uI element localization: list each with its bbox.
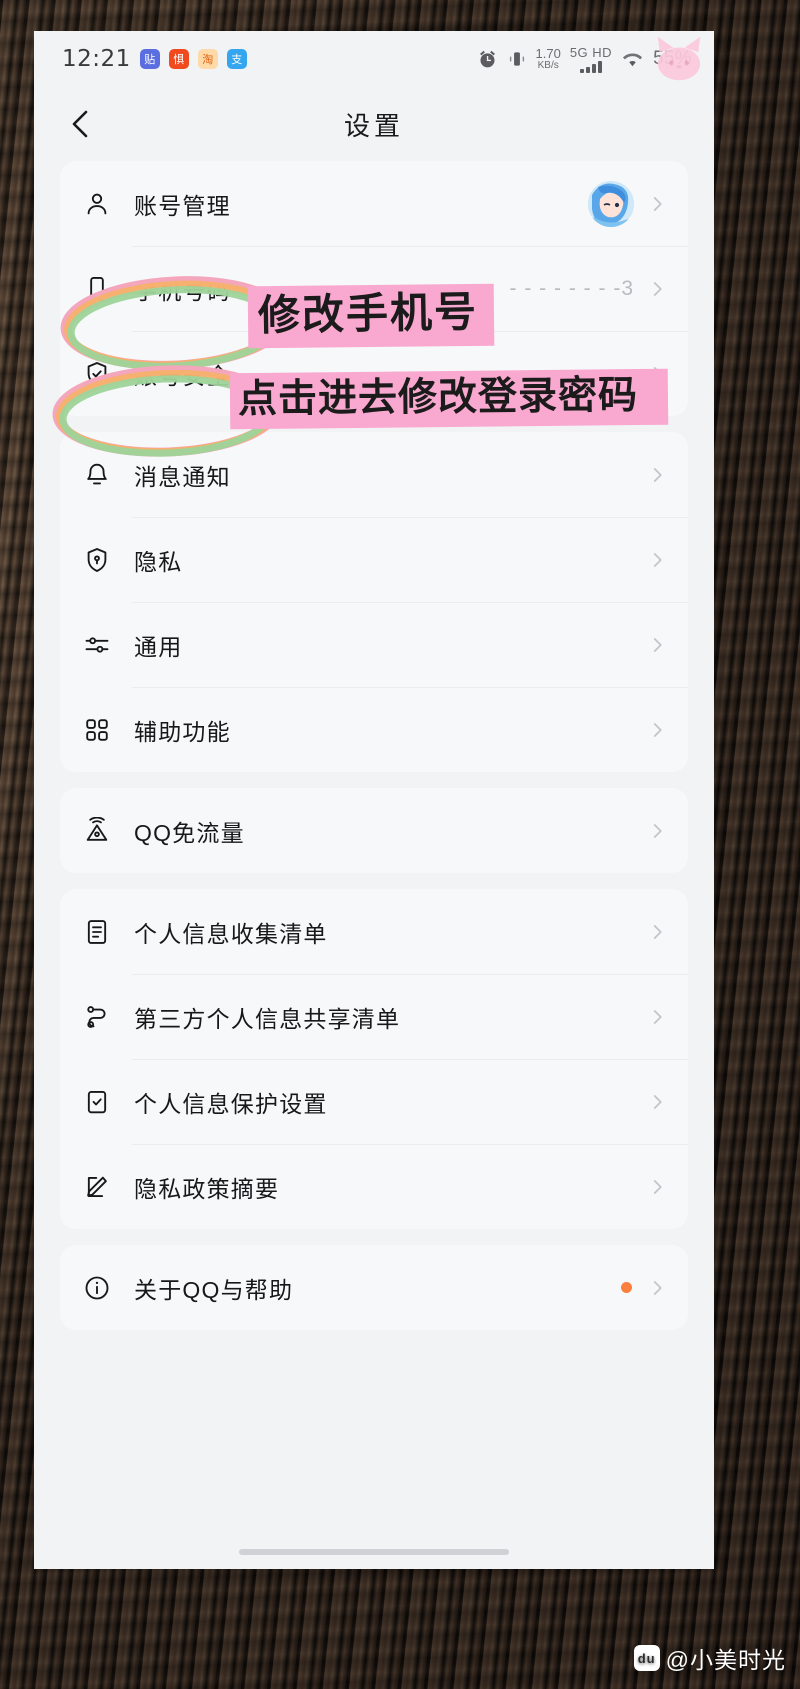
row-value: - - - - - - - -3 (509, 276, 634, 300)
shield-lock-icon (82, 545, 112, 575)
row-qq-free-data[interactable]: QQ免流量 (60, 788, 688, 873)
data-section: QQ免流量 (60, 788, 688, 873)
row-privacy-policy-summary[interactable]: 隐私政策摘要 (60, 1144, 688, 1229)
row-label: 手机号码 (134, 277, 231, 304)
row-label: QQ免流量 (134, 819, 245, 846)
chevron-right-icon (653, 196, 662, 211)
row-account-security[interactable]: 账号安全 (60, 331, 688, 416)
row-personal-info-collection-list[interactable]: 个人信息收集清单 (60, 889, 688, 974)
row-about-qq-and-help[interactable]: 关于QQ与帮助 (60, 1245, 688, 1330)
status-bar: 12:21 贴 惧 淘 支 1.70 KB/s 5G HD 55% (34, 31, 714, 87)
row-personal-info-protection-settings[interactable]: 个人信息保护设置 (60, 1059, 688, 1144)
status-badge (621, 1282, 632, 1293)
alarm-clock-icon (477, 49, 498, 70)
vibrate-icon (507, 49, 527, 69)
chevron-right-icon (653, 1280, 662, 1295)
document-lines-icon (82, 917, 112, 947)
shield-check-icon (82, 359, 112, 389)
row-label: 隐私 (134, 548, 183, 575)
watermark: du @小美时光 (633, 1641, 786, 1675)
grid-icon (82, 715, 112, 745)
navigation-bar: 设置 (34, 87, 714, 161)
avatar[interactable] (588, 180, 634, 227)
chevron-right-icon (653, 281, 662, 296)
network-speed-unit: KB/s (537, 59, 559, 71)
wifi-icon (621, 50, 644, 68)
checklist-icon (82, 1087, 112, 1117)
row-label: 消息通知 (134, 463, 231, 490)
row-third-party-info-sharing-list[interactable]: 第三方个人信息共享清单 (60, 974, 688, 1059)
settings-list[interactable]: 账号管理手机号码 - - - - - - - -3 账号安全消息通知隐私通用辅助功能… (34, 161, 714, 1330)
chevron-right-icon (653, 1094, 662, 1109)
account-section: 账号管理手机号码 - - - - - - - -3 账号安全 (60, 161, 688, 416)
preferences-section: 消息通知隐私通用辅助功能 (60, 432, 688, 772)
row-accessibility[interactable]: 辅助功能 (60, 687, 688, 772)
bell-icon (82, 460, 112, 490)
edit-note-icon (82, 1172, 112, 1202)
row-label: 关于QQ与帮助 (134, 1276, 294, 1303)
network-speed-value: 1.70 (535, 46, 561, 62)
alipay-icon: 支 (226, 49, 247, 69)
xiaohongshu-icon: 贴 (139, 49, 160, 69)
page-title: 设置 (343, 110, 404, 141)
battery-percentage-label: 55% (653, 48, 692, 69)
chevron-right-icon (653, 924, 662, 939)
chevron-right-icon (653, 823, 662, 838)
network-speed-indicator: 1.70 KB/s (536, 47, 561, 70)
row-label: 账号管理 (134, 192, 231, 219)
chevron-right-icon (653, 1179, 662, 1194)
personal-info-section: 个人信息收集清单第三方个人信息共享清单 个人信息保护设置 隐私政策摘要 (60, 889, 688, 1229)
signal-bars-icon (579, 61, 602, 73)
row-account-management[interactable]: 账号管理 (60, 161, 688, 246)
row-label: 个人信息保护设置 (134, 1090, 328, 1117)
row-privacy[interactable]: 隐私 (60, 517, 688, 602)
sliders-icon (82, 630, 112, 660)
alarm-app-icon: 惧 (168, 49, 189, 69)
chevron-right-icon (653, 722, 662, 737)
chevron-right-icon (653, 637, 662, 652)
network-type-label: 5G HD (569, 45, 613, 60)
info-circle-icon (82, 1273, 112, 1303)
status-bar-right: 1.70 KB/s 5G HD 55% (477, 45, 692, 73)
row-label: 账号安全 (134, 362, 231, 389)
baidu-paw-icon: du (633, 1645, 660, 1671)
signal-broadcast-icon (82, 816, 112, 846)
row-label: 第三方个人信息共享清单 (134, 1005, 401, 1032)
chevron-right-icon (653, 366, 662, 381)
user-avatar-image (588, 180, 634, 227)
status-bar-left: 12:21 贴 惧 淘 支 (62, 46, 247, 72)
row-label: 隐私政策摘要 (134, 1175, 280, 1202)
row-general[interactable]: 通用 (60, 602, 688, 687)
share-nodes-icon (82, 1002, 112, 1032)
row-label: 通用 (134, 633, 183, 660)
row-phone-number[interactable]: 手机号码 - - - - - - - -3 (60, 246, 688, 331)
chevron-right-icon (653, 467, 662, 482)
taobao-icon: 淘 (197, 49, 218, 69)
row-message-notification[interactable]: 消息通知 (60, 432, 688, 517)
chevron-right-icon (653, 552, 662, 567)
watermark-handle: @小美时光 (665, 1647, 786, 1673)
phone-icon (82, 274, 112, 304)
about-section: 关于QQ与帮助 (60, 1245, 688, 1330)
phone-screenshot-panel: 12:21 贴 惧 淘 支 1.70 KB/s 5G HD 55% 设置 账号管… (34, 31, 714, 1569)
cellular-indicator: 5G HD (570, 45, 612, 73)
row-label: 个人信息收集清单 (134, 920, 328, 947)
person-icon (82, 189, 112, 219)
home-indicator[interactable] (239, 1549, 509, 1555)
status-bar-clock: 12:21 (62, 46, 131, 72)
chevron-right-icon (653, 1009, 662, 1024)
row-label: 辅助功能 (134, 718, 231, 745)
